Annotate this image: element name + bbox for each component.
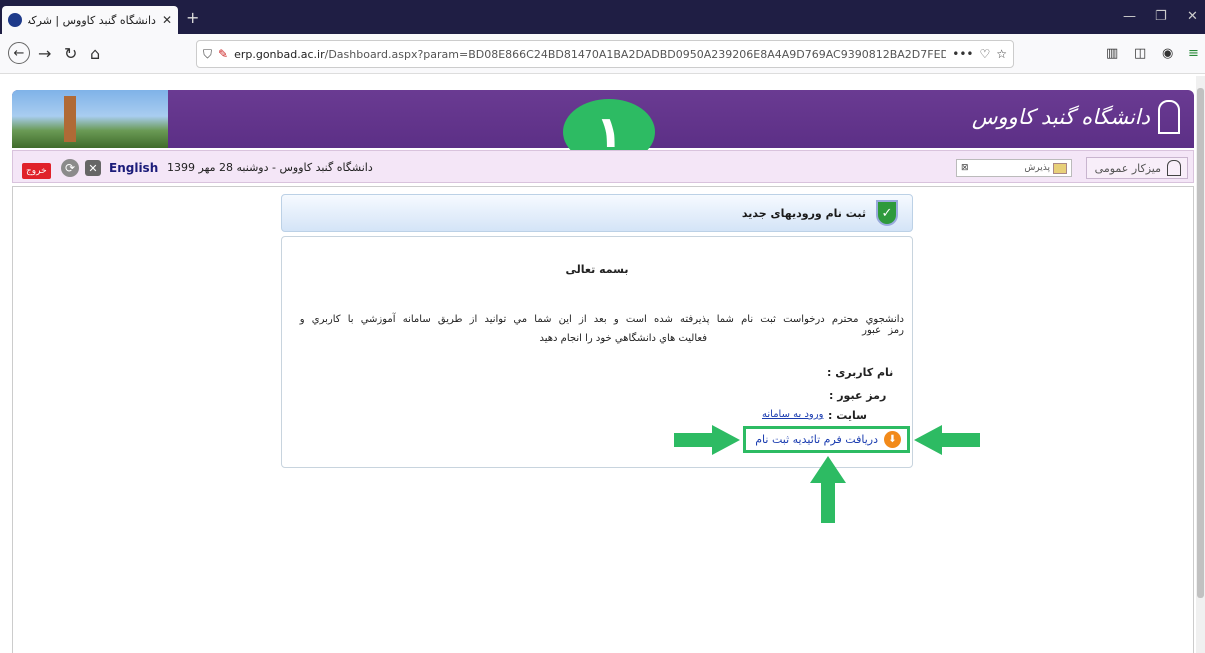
refresh-icon[interactable]: ⟳ — [61, 159, 79, 177]
site-login-link[interactable]: ورود به سامانه — [762, 409, 823, 420]
close-window-icon[interactable]: ✕ — [1187, 9, 1198, 24]
password-label: رمز عبور : — [829, 389, 887, 402]
shield-icon[interactable]: ⛉ — [203, 47, 212, 62]
right-pointing-arrow-icon — [674, 425, 740, 455]
reload-icon[interactable]: ↻ — [64, 44, 77, 63]
forward-icon[interactable]: → — [38, 44, 51, 63]
desk-label: میزکار عمومی — [1094, 161, 1161, 175]
panel-header: ثبت نام ورودیهای جدید ✓ — [281, 194, 913, 232]
clear-search-icon[interactable]: ⊠ — [961, 163, 969, 173]
browser-tab-bar: دانشگاه گنبد کاووس | شرکت سا... ✕ + — ❐ … — [0, 0, 1205, 34]
account-icon[interactable]: ◉ — [1162, 46, 1173, 61]
date-text: دانشگاه گنبد کاووس - دوشنبه 28 مهر 1399 — [167, 161, 373, 174]
tab-title: دانشگاه گنبد کاووس | شرکت سا... — [28, 13, 156, 27]
url-bar[interactable]: ⛉ ✎ erp.gonbad.ac.ir/Dashboard.aspx?para… — [196, 40, 1014, 68]
url-text[interactable]: erp.gonbad.ac.ir/Dashboard.aspx?param=BD… — [234, 48, 946, 61]
browser-tab[interactable]: دانشگاه گنبد کاووس | شرکت سا... ✕ — [2, 6, 178, 34]
browser-nav-bar: ← → ↻ ⌂ ⛉ ✎ erp.gonbad.ac.ir/Dashboard.a… — [0, 34, 1205, 74]
close-icon[interactable]: ✕ — [85, 160, 101, 176]
university-logo: دانشگاه گنبد کاووس — [972, 100, 1180, 134]
up-pointing-arrow-icon — [810, 456, 846, 523]
search-text[interactable]: پذیرش — [1024, 163, 1050, 173]
download-label[interactable]: دریافت فرم تائیدیه ثبت نام — [755, 433, 878, 446]
download-confirmation-form-button[interactable]: دریافت فرم تائیدیه ثبت نام ⬇ — [743, 426, 910, 453]
restore-icon[interactable]: ❐ — [1155, 9, 1167, 24]
left-pointing-arrow-icon — [914, 425, 980, 455]
university-emblem-icon — [1158, 100, 1180, 134]
exit-button[interactable]: خروج — [22, 163, 51, 179]
insecure-lock-icon[interactable]: ✎ — [218, 47, 228, 61]
close-tab-icon[interactable]: ✕ — [162, 13, 172, 27]
username-label: نام کاربری : — [827, 366, 894, 379]
site-favicon-icon — [8, 13, 22, 27]
desk-emblem-icon — [1167, 160, 1181, 176]
general-desk-button[interactable]: میزکار عمومی — [1086, 157, 1188, 179]
user-toolbar: خروج ⟳ ✕ English دانشگاه گنبد کاووس - دو… — [12, 150, 1194, 183]
bismillah-heading: بسمه تعالی — [565, 263, 629, 276]
site-label: سایت : — [828, 409, 867, 422]
back-icon[interactable]: ← — [8, 42, 30, 64]
page-actions-icon[interactable]: ••• — [952, 47, 973, 61]
menu-search[interactable]: ⊠ پذیرش — [956, 159, 1072, 177]
admission-icon — [1053, 162, 1067, 174]
english-link[interactable]: English — [109, 161, 158, 175]
download-arrow-icon[interactable]: ⬇ — [884, 431, 901, 448]
shield-check-icon: ✓ — [876, 200, 898, 226]
new-tab-icon[interactable]: + — [186, 8, 199, 27]
bookmark-star-icon[interactable]: ☆ — [996, 47, 1007, 61]
logo-text: دانشگاه گنبد کاووس — [971, 105, 1150, 129]
library-icon[interactable]: ▥ — [1106, 46, 1118, 61]
minimize-icon[interactable]: — — [1123, 9, 1136, 24]
message-line-2: فعاليت هاي دانشگاهي خود را انجام دهيد — [539, 333, 707, 344]
scrollbar-thumb[interactable] — [1197, 88, 1204, 598]
menu-icon[interactable]: ≡ — [1188, 46, 1199, 61]
home-icon[interactable]: ⌂ — [90, 44, 100, 63]
scrollbar[interactable] — [1196, 76, 1205, 653]
panel-title: ثبت نام ورودیهای جدید — [741, 206, 866, 220]
pocket-icon[interactable]: ♡ — [979, 47, 990, 61]
tower-photo — [12, 90, 168, 148]
sidebar-icon[interactable]: ◫ — [1134, 46, 1146, 61]
tower-shape — [64, 96, 76, 142]
